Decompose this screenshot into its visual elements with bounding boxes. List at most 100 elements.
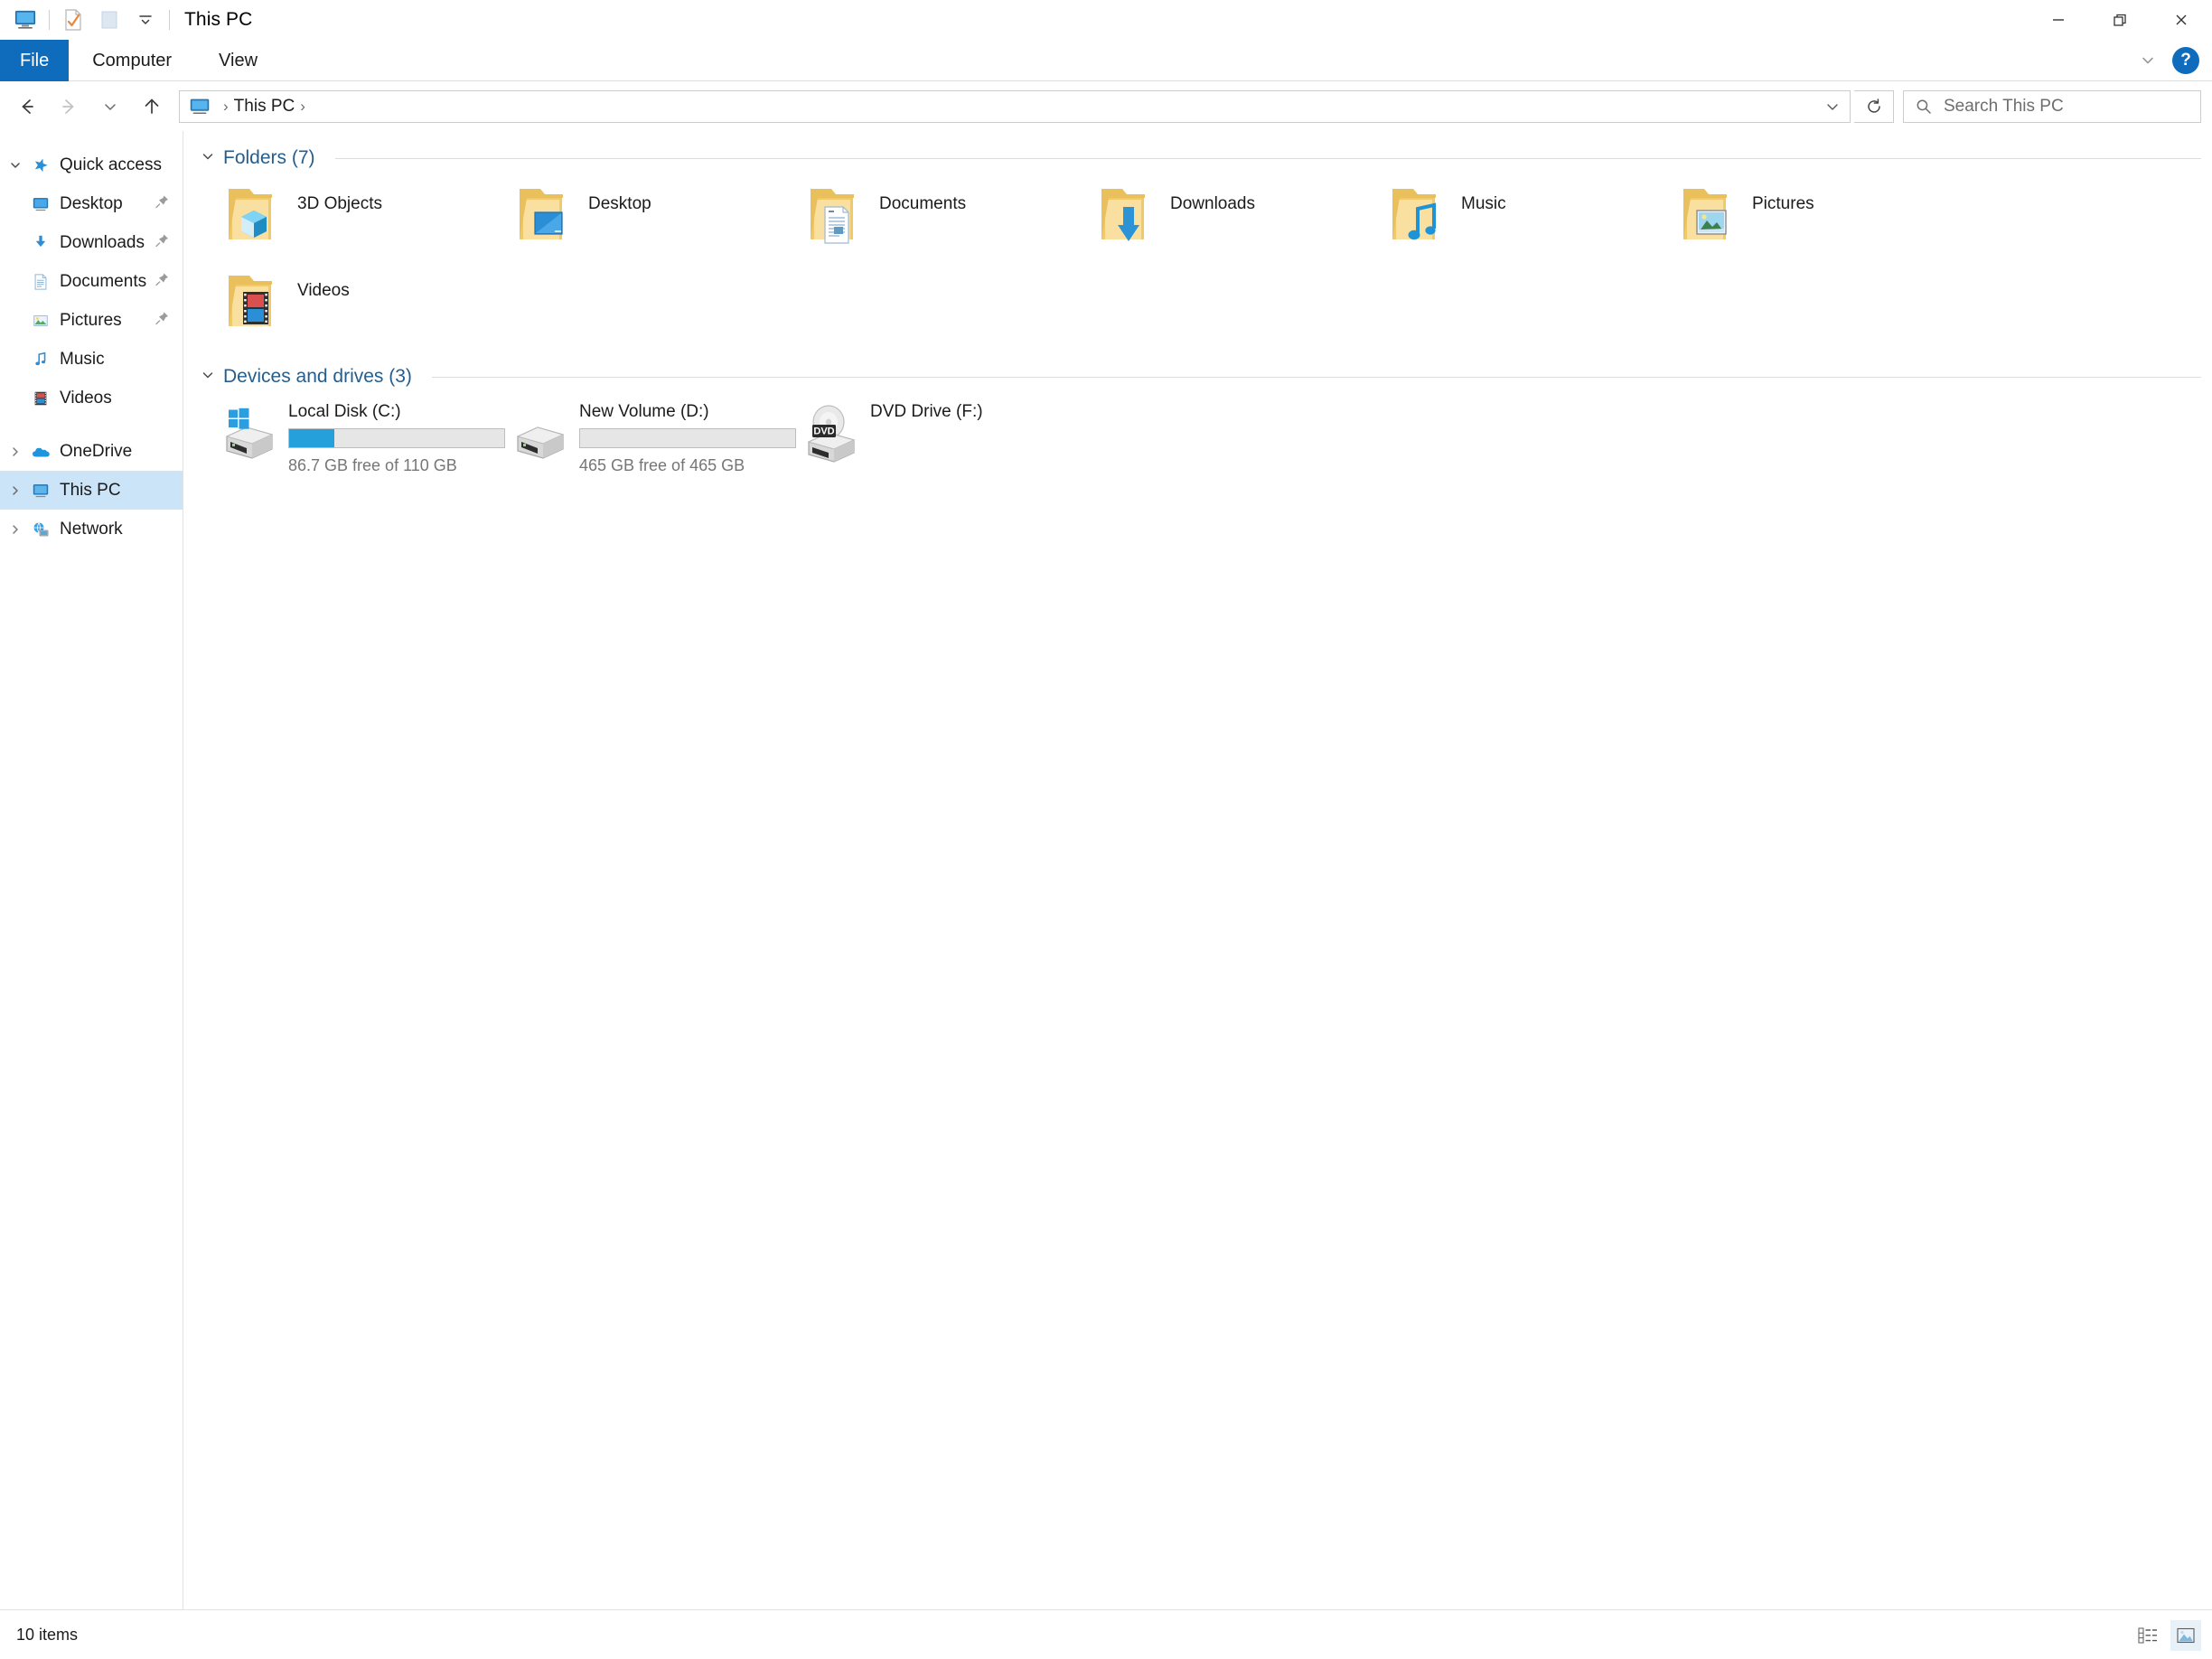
tab-computer[interactable]: Computer — [69, 40, 195, 81]
search-icon — [1917, 99, 1931, 114]
refresh-icon[interactable] — [1854, 90, 1894, 123]
status-bar: 10 items — [0, 1609, 2212, 1659]
pin-icon[interactable] — [155, 271, 170, 292]
hard-drive-icon — [511, 400, 570, 464]
chevron-right-icon[interactable] — [4, 523, 27, 536]
navigation-buttons — [0, 89, 170, 125]
navigation-pane: Quick access Desktop Downloads Documents… — [0, 131, 183, 1609]
sidebar-item-music[interactable]: Music — [0, 340, 183, 379]
folder-item-documents[interactable]: Documents — [801, 176, 1092, 263]
expand-ribbon-icon[interactable] — [2132, 45, 2163, 76]
sidebar-item-label: Documents — [60, 271, 147, 291]
folder-item-label: 3D Objects — [297, 194, 382, 213]
drives-grid: Local Disk (C:) 86.7 GB free of 110 GB N… — [196, 395, 2212, 482]
sidebar-item-quick-access[interactable]: Quick access — [0, 145, 183, 184]
sidebar-item-videos[interactable]: Videos — [0, 379, 183, 417]
drive-label: New Volume (D:) — [579, 402, 709, 421]
sidebar-item-label: Music — [60, 349, 105, 369]
customize-dropdown-icon[interactable] — [127, 2, 164, 38]
group-header-folders[interactable]: Folders (7) — [196, 140, 2212, 176]
search-input[interactable]: Search This PC — [1903, 90, 2201, 123]
ribbon-right-controls: ? — [2132, 40, 2205, 81]
new-folder-icon[interactable] — [91, 2, 127, 38]
minimize-button[interactable] — [2028, 0, 2089, 40]
breadcrumb-item-this-pc[interactable]: This PC — [234, 97, 295, 117]
restore-button[interactable] — [2089, 0, 2151, 40]
folder-item-3d-objects[interactable]: 3D Objects — [220, 176, 511, 263]
back-icon[interactable] — [9, 89, 45, 125]
breadcrumb-separator-1[interactable]: › — [218, 98, 234, 116]
group-divider — [334, 157, 2201, 159]
folder-item-desktop[interactable]: Desktop — [511, 176, 801, 263]
sidebar-item-this-pc[interactable]: This PC — [0, 471, 183, 510]
folder-videos-icon — [220, 267, 285, 341]
chevron-right-icon[interactable] — [4, 484, 27, 497]
group-title: Devices and drives (3) — [223, 366, 412, 387]
tab-view[interactable]: View — [195, 40, 281, 81]
chevron-down-icon[interactable] — [200, 368, 216, 387]
forward-icon[interactable] — [51, 89, 87, 125]
tab-file[interactable]: File — [0, 40, 70, 81]
folder-item-pictures[interactable]: Pictures — [1674, 176, 1965, 263]
recent-locations-icon[interactable] — [92, 89, 128, 125]
breadcrumb-this-pc-icon[interactable] — [189, 96, 211, 117]
drive-item-local-disk-c[interactable]: Local Disk (C:) 86.7 GB free of 110 GB — [220, 395, 511, 482]
drive-capacity-text: 465 GB free of 465 GB — [579, 456, 745, 474]
breadcrumb[interactable]: › This PC › — [179, 90, 1851, 123]
sidebar-item-pictures[interactable]: Pictures — [0, 301, 183, 340]
this-pc-icon — [27, 482, 54, 500]
folder-item-videos[interactable]: Videos — [220, 263, 511, 350]
videos-icon — [27, 389, 54, 408]
drive-item-new-volume-d[interactable]: New Volume (D:) 465 GB free of 465 GB — [511, 395, 801, 482]
sidebar-item-label: OneDrive — [60, 441, 133, 461]
sidebar-item-documents[interactable]: Documents — [0, 262, 183, 301]
chevron-right-icon[interactable] — [4, 445, 27, 458]
downloads-icon — [27, 234, 54, 252]
breadcrumb-separator-2[interactable]: › — [295, 98, 311, 116]
drive-capacity-text: 86.7 GB free of 110 GB — [288, 456, 457, 474]
group-header-devices[interactable]: Devices and drives (3) — [196, 359, 2212, 395]
folder-item-label: Downloads — [1170, 194, 1255, 213]
address-dropdown-icon[interactable] — [1821, 91, 1844, 122]
sidebar-item-label: This PC — [60, 480, 121, 500]
sidebar-item-network[interactable]: Network — [0, 510, 183, 548]
chevron-down-icon[interactable] — [4, 159, 27, 172]
folder-pictures-icon — [1674, 180, 1739, 254]
window-title: This PC — [184, 9, 253, 30]
help-icon[interactable]: ? — [2172, 47, 2199, 74]
pin-icon[interactable] — [155, 232, 170, 253]
folder-3d-objects-icon — [220, 180, 285, 254]
drive-usage-fill — [289, 429, 334, 447]
folder-item-label: Desktop — [588, 194, 651, 213]
sidebar-item-label: Videos — [60, 388, 112, 408]
sidebar-item-desktop[interactable]: Desktop — [0, 184, 183, 223]
details-view-button[interactable] — [2132, 1620, 2163, 1651]
up-icon[interactable] — [134, 89, 170, 125]
address-bar: › This PC › Search This PC — [0, 82, 2212, 131]
windows-drive-icon — [220, 400, 279, 464]
star-icon — [27, 156, 54, 174]
pin-icon[interactable] — [155, 310, 170, 331]
folder-item-label: Pictures — [1752, 194, 1814, 213]
desktop-icon — [27, 195, 54, 213]
file-list-pane[interactable]: Folders (7) 3D Objects Desktop Documents… — [183, 131, 2212, 1609]
sidebar-item-onedrive[interactable]: OneDrive — [0, 432, 183, 471]
sidebar-item-downloads[interactable]: Downloads — [0, 223, 183, 262]
close-button[interactable] — [2151, 0, 2212, 40]
drive-label: Local Disk (C:) — [288, 402, 401, 421]
pin-icon[interactable] — [155, 193, 170, 214]
sidebar-item-label: Quick access — [60, 155, 162, 174]
sidebar-item-label: Desktop — [60, 193, 123, 213]
drive-item-dvd-drive-f[interactable]: DVD DVD Drive (F:) — [801, 395, 1092, 482]
view-toggle-group — [2132, 1610, 2201, 1659]
chevron-down-icon[interactable] — [200, 149, 216, 168]
folder-item-label: Videos — [297, 281, 350, 300]
title-bar: This PC — [0, 0, 2212, 40]
large-icons-view-button[interactable] — [2170, 1619, 2201, 1651]
folder-item-downloads[interactable]: Downloads — [1092, 176, 1383, 263]
drive-info: Local Disk (C:) 86.7 GB free of 110 GB — [288, 400, 505, 475]
this-pc-icon[interactable] — [7, 2, 43, 38]
folder-item-music[interactable]: Music — [1383, 176, 1674, 263]
properties-icon[interactable] — [55, 2, 91, 38]
